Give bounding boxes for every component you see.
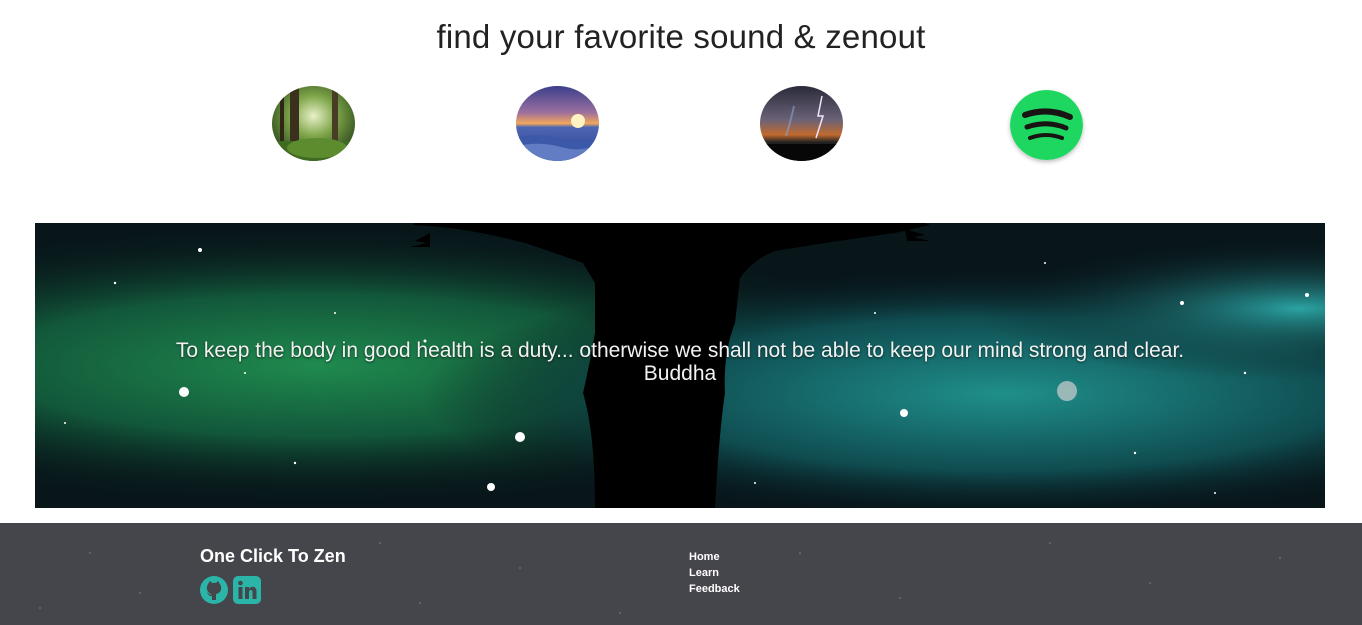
footer-link-feedback[interactable]: Feedback — [689, 581, 740, 597]
page-title: find your favorite sound & zenout — [436, 18, 926, 55]
storm-sound-button[interactable] — [760, 86, 843, 161]
footer-link-home[interactable]: Home — [689, 549, 740, 565]
linkedin-icon — [233, 576, 261, 604]
ocean-sunset-icon — [516, 86, 599, 161]
spotify-button[interactable] — [1010, 90, 1083, 160]
ocean-sound-button[interactable] — [516, 86, 599, 161]
linkedin-link[interactable] — [232, 575, 262, 605]
footer-link-learn[interactable]: Learn — [689, 565, 740, 581]
footer-star-pattern — [39, 542, 1281, 614]
github-icon — [200, 576, 228, 604]
hero-banner: To keep the body in good health is a dut… — [35, 223, 1325, 508]
lightning-storm-icon — [760, 86, 843, 161]
footer-title: One Click To Zen — [200, 546, 346, 566]
footer: One Click To Zen Home Learn Feedback — [0, 523, 1362, 625]
forest-sound-button[interactable] — [272, 86, 355, 161]
forest-icon — [272, 86, 355, 161]
spotify-icon — [1010, 90, 1083, 160]
github-link[interactable] — [199, 575, 229, 605]
footer-nav: Home Learn Feedback — [689, 549, 740, 597]
buddha-quote: To keep the body in good health is a dut… — [175, 339, 1185, 385]
